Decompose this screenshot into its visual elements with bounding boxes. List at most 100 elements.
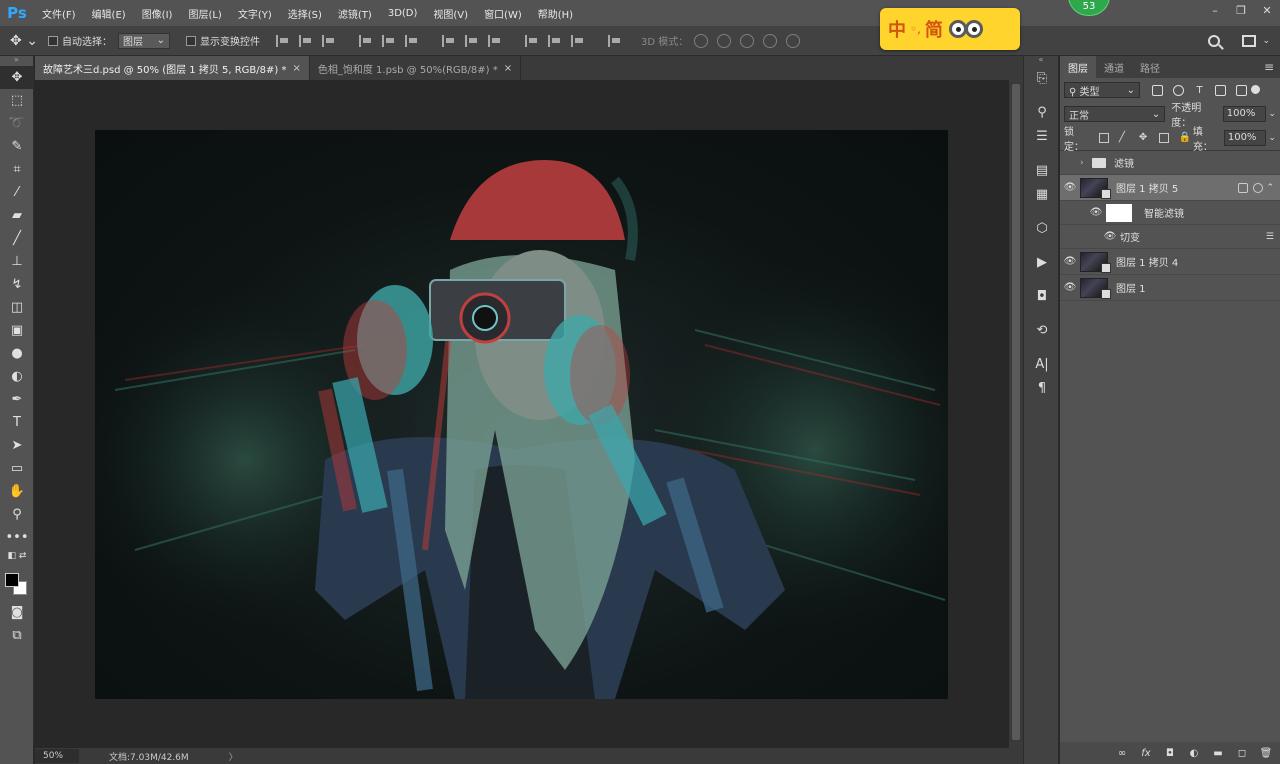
move-tool-icon[interactable]: ✥ bbox=[0, 66, 34, 89]
trash-icon[interactable]: 🗑 bbox=[1260, 748, 1273, 759]
chevron-up-icon[interactable]: ⌃ bbox=[1266, 183, 1274, 193]
brush-tool-icon[interactable]: ╱ bbox=[0, 227, 34, 250]
align-right-icon[interactable] bbox=[405, 34, 419, 47]
foreground-color-swatch[interactable] bbox=[5, 573, 19, 587]
menu-help[interactable]: 帮助(H) bbox=[530, 6, 581, 21]
eyedropper-tool-icon[interactable]: ⁄ bbox=[0, 181, 34, 204]
filter-shear-row[interactable]: 👁 切变 ☰ bbox=[1060, 225, 1280, 249]
smart-filters-row[interactable]: 👁 智能滤镜 bbox=[1060, 201, 1280, 225]
layer-copy-5[interactable]: 👁 图层 1 拷贝 5 ⌃ bbox=[1060, 175, 1280, 201]
more-tools-icon[interactable]: ••• bbox=[0, 526, 34, 549]
fx-icon[interactable]: fx bbox=[1140, 748, 1152, 759]
history-panel-icon[interactable]: ⎘ bbox=[1024, 66, 1060, 90]
lasso-tool-icon[interactable]: ➰ bbox=[0, 112, 34, 135]
fill-field[interactable]: 100% bbox=[1223, 130, 1267, 146]
show-transform-checkbox[interactable] bbox=[186, 35, 196, 46]
paragraph-panel-icon[interactable]: ¶ bbox=[1024, 376, 1060, 400]
auto-select-dropdown[interactable]: 图层 ⌄ bbox=[118, 32, 170, 49]
panel-menu-icon[interactable]: ≡ bbox=[1264, 60, 1274, 74]
tab-document-1[interactable]: 故障艺术三d.psd @ 50% (图层 1 拷贝 5, RGB/8#) * × bbox=[35, 56, 310, 80]
clone-stamp-tool-icon[interactable]: ⊥ bbox=[0, 250, 34, 273]
eye-icon[interactable]: 👁 bbox=[1060, 182, 1080, 193]
link-icon[interactable]: ∞ bbox=[1116, 748, 1128, 759]
menu-view[interactable]: 视图(V) bbox=[425, 6, 476, 21]
eye-icon[interactable]: 👁 bbox=[1100, 231, 1120, 242]
lock-transparent-icon[interactable] bbox=[1098, 133, 1109, 143]
menu-layer[interactable]: 图层(L) bbox=[180, 6, 229, 21]
align-bottom-icon[interactable] bbox=[322, 34, 336, 47]
ime-toolbar[interactable]: 中 ◦, 简 bbox=[880, 8, 1020, 50]
eye-icon[interactable]: 👁 bbox=[1060, 282, 1080, 293]
chevron-down-icon[interactable]: ⌄ bbox=[1268, 109, 1276, 119]
smart-filter-badge-icon[interactable] bbox=[1253, 182, 1264, 193]
libraries-panel-icon[interactable]: ▦ bbox=[1024, 182, 1060, 206]
filter-shape-icon[interactable] bbox=[1215, 84, 1226, 96]
filter-pixel-icon[interactable] bbox=[1152, 84, 1163, 96]
workspace-icon[interactable] bbox=[1242, 35, 1257, 47]
marquee-tool-icon[interactable]: ⬚ bbox=[0, 89, 34, 112]
align-hcenter-icon[interactable] bbox=[382, 34, 396, 47]
align-top-icon[interactable] bbox=[276, 34, 290, 47]
lock-paint-icon[interactable]: ╱ bbox=[1119, 133, 1129, 143]
menu-edit[interactable]: 编辑(E) bbox=[84, 6, 134, 21]
eye-icon[interactable]: 👁 bbox=[1086, 207, 1106, 218]
blend-mode-dropdown[interactable]: 正常 ⌄ bbox=[1064, 106, 1166, 122]
lock-artboard-icon[interactable] bbox=[1158, 133, 1169, 143]
document-canvas-image[interactable] bbox=[95, 130, 948, 699]
chevron-right-icon[interactable]: › bbox=[1080, 158, 1092, 168]
minimize-button[interactable]: – bbox=[1202, 0, 1228, 20]
swap-colors-icon[interactable]: ◧ ⇄ bbox=[0, 549, 34, 563]
ime-language[interactable]: 中 bbox=[888, 16, 906, 42]
type-tool-icon[interactable]: T bbox=[0, 411, 34, 434]
distribute-top-icon[interactable] bbox=[442, 34, 456, 47]
actions-panel-icon[interactable]: ▶ bbox=[1024, 250, 1060, 274]
chevron-down-icon[interactable]: ⌄ bbox=[1268, 133, 1276, 143]
hand-tool-icon[interactable]: ✋ bbox=[0, 480, 34, 503]
gradient-tool-icon[interactable]: ▣ bbox=[0, 319, 34, 342]
properties-panel-icon[interactable]: ▤ bbox=[1024, 158, 1060, 182]
menu-select[interactable]: 选择(S) bbox=[280, 6, 330, 21]
opacity-field[interactable]: 100% bbox=[1222, 106, 1267, 122]
tab-paths[interactable]: 路径 bbox=[1132, 56, 1168, 78]
zoom-tool-icon[interactable]: ⚲ bbox=[0, 503, 34, 526]
move-tool-preset-icon[interactable]: ✥ ⌄ bbox=[0, 33, 48, 49]
ime-punctuation[interactable]: ◦, bbox=[910, 22, 921, 36]
panel-collapse-icon[interactable]: » bbox=[0, 56, 33, 66]
3d-pan-icon[interactable] bbox=[740, 33, 755, 48]
restore-button[interactable]: ❐ bbox=[1228, 0, 1254, 20]
distribute-bottom-icon[interactable] bbox=[488, 34, 502, 47]
tab-layers[interactable]: 图层 bbox=[1060, 56, 1096, 78]
close-icon[interactable]: × bbox=[292, 63, 300, 74]
pen-tool-icon[interactable]: ✒ bbox=[0, 388, 34, 411]
adjustment-icon[interactable]: ◐ bbox=[1188, 748, 1200, 759]
adjustments-panel-icon[interactable]: ☰ bbox=[1024, 124, 1060, 148]
screen-mode-icon[interactable]: ⧉ bbox=[0, 624, 34, 647]
dodge-tool-icon[interactable]: ◐ bbox=[0, 365, 34, 388]
healing-brush-tool-icon[interactable]: ▰ bbox=[0, 204, 34, 227]
path-select-tool-icon[interactable]: ➤ bbox=[0, 434, 34, 457]
search-icon[interactable] bbox=[1208, 35, 1221, 47]
filter-mask-thumbnail[interactable] bbox=[1106, 203, 1132, 222]
canvas-workspace[interactable] bbox=[35, 80, 1009, 748]
close-button[interactable]: ✕ bbox=[1254, 0, 1280, 20]
canvas-vertical-scrollbar[interactable] bbox=[1009, 80, 1023, 748]
menu-filter[interactable]: 滤镜(T) bbox=[330, 6, 380, 21]
tab-channels[interactable]: 通道 bbox=[1096, 56, 1132, 78]
quick-mask-icon[interactable]: ◙ bbox=[0, 601, 34, 624]
eraser-tool-icon[interactable]: ◫ bbox=[0, 296, 34, 319]
notification-badge[interactable]: 53 bbox=[1068, 0, 1110, 16]
3d-panel-icon[interactable]: ⬡ bbox=[1024, 216, 1060, 240]
3d-slide-icon[interactable] bbox=[763, 33, 778, 48]
distribute-left-icon[interactable] bbox=[525, 34, 539, 47]
layer-filter-dropdown[interactable]: ⚲ 类型 ⌄ bbox=[1064, 82, 1140, 98]
clone-source-icon[interactable]: ⟲ bbox=[1024, 318, 1060, 342]
menu-3d[interactable]: 3D(D) bbox=[380, 8, 426, 19]
timeline-panel-icon[interactable]: ◘ bbox=[1024, 284, 1060, 308]
blur-tool-icon[interactable]: ● bbox=[0, 342, 34, 365]
status-menu-arrow-icon[interactable]: 〉 bbox=[229, 750, 238, 763]
new-layer-icon[interactable]: ◻ bbox=[1236, 748, 1248, 759]
align-vcenter-icon[interactable] bbox=[299, 34, 313, 47]
3d-rotate-icon[interactable] bbox=[694, 33, 709, 48]
layer-copy-4[interactable]: 👁 图层 1 拷贝 4 bbox=[1060, 249, 1280, 275]
lock-all-icon[interactable]: 🔒 bbox=[1179, 133, 1191, 143]
